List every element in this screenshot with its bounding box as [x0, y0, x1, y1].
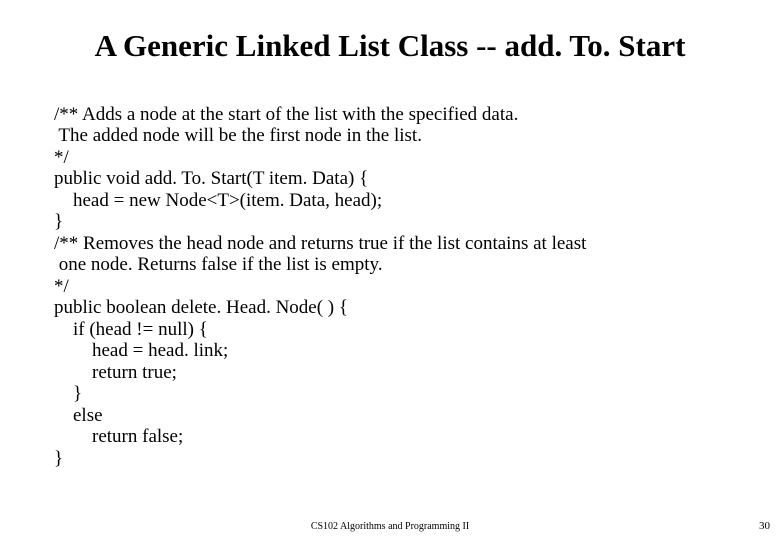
code-block: /** Adds a node at the start of the list…: [54, 104, 734, 469]
code-line: */: [54, 276, 734, 297]
code-line: }: [54, 448, 734, 469]
code-line: public void add. To. Start(T item. Data)…: [54, 168, 734, 189]
code-line: one node. Returns false if the list is e…: [54, 254, 734, 275]
code-line: return true;: [54, 362, 734, 383]
code-line: }: [54, 383, 734, 404]
code-line: */: [54, 147, 734, 168]
code-line: return false;: [54, 426, 734, 447]
code-line: }: [54, 211, 734, 232]
code-line: public boolean delete. Head. Node( ) {: [54, 297, 734, 318]
code-line: /** Adds a node at the start of the list…: [54, 104, 734, 125]
code-line: /** Removes the head node and returns tr…: [54, 233, 734, 254]
slide: A Generic Linked List Class -- add. To. …: [0, 0, 780, 540]
code-line: else: [54, 405, 734, 426]
code-line: head = head. link;: [54, 340, 734, 361]
code-line: head = new Node<T>(item. Data, head);: [54, 190, 734, 211]
code-line: if (head != null) {: [54, 319, 734, 340]
code-line: The added node will be the first node in…: [54, 125, 734, 146]
page-number: 30: [759, 520, 770, 532]
slide-title: A Generic Linked List Class -- add. To. …: [0, 28, 780, 64]
footer-text: CS102 Algorithms and Programming II: [0, 521, 780, 532]
